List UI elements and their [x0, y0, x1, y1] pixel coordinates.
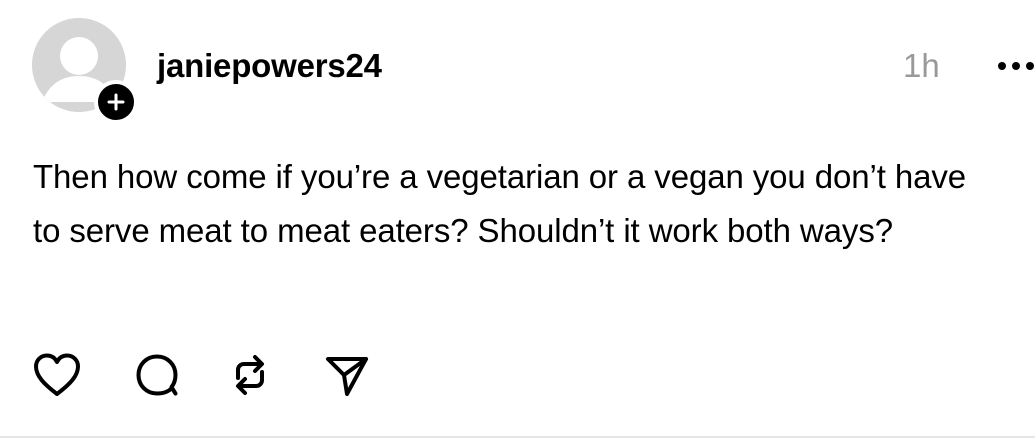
- like-button[interactable]: [30, 348, 84, 402]
- post-timestamp: 1h: [903, 47, 940, 84]
- username-link[interactable]: janiepowers24: [157, 46, 382, 86]
- more-horizontal-icon: [998, 62, 1034, 70]
- share-button[interactable]: [320, 348, 374, 402]
- follow-button[interactable]: [94, 80, 138, 124]
- more-options-button[interactable]: [997, 58, 1035, 74]
- avatar-container[interactable]: [32, 18, 138, 124]
- post-body-text: Then how come if you’re a vegetarian or …: [33, 158, 967, 249]
- reply-button[interactable]: [130, 348, 184, 402]
- thread-post: janiepowers24 1h Then how come if you’re…: [0, 0, 1035, 446]
- send-icon: [326, 357, 368, 396]
- plus-icon: [107, 93, 125, 111]
- post-divider: [0, 436, 1035, 438]
- repost-icon: [236, 355, 264, 395]
- heart-icon: [34, 353, 80, 396]
- comment-icon: [136, 354, 178, 396]
- repost-button[interactable]: [223, 348, 277, 402]
